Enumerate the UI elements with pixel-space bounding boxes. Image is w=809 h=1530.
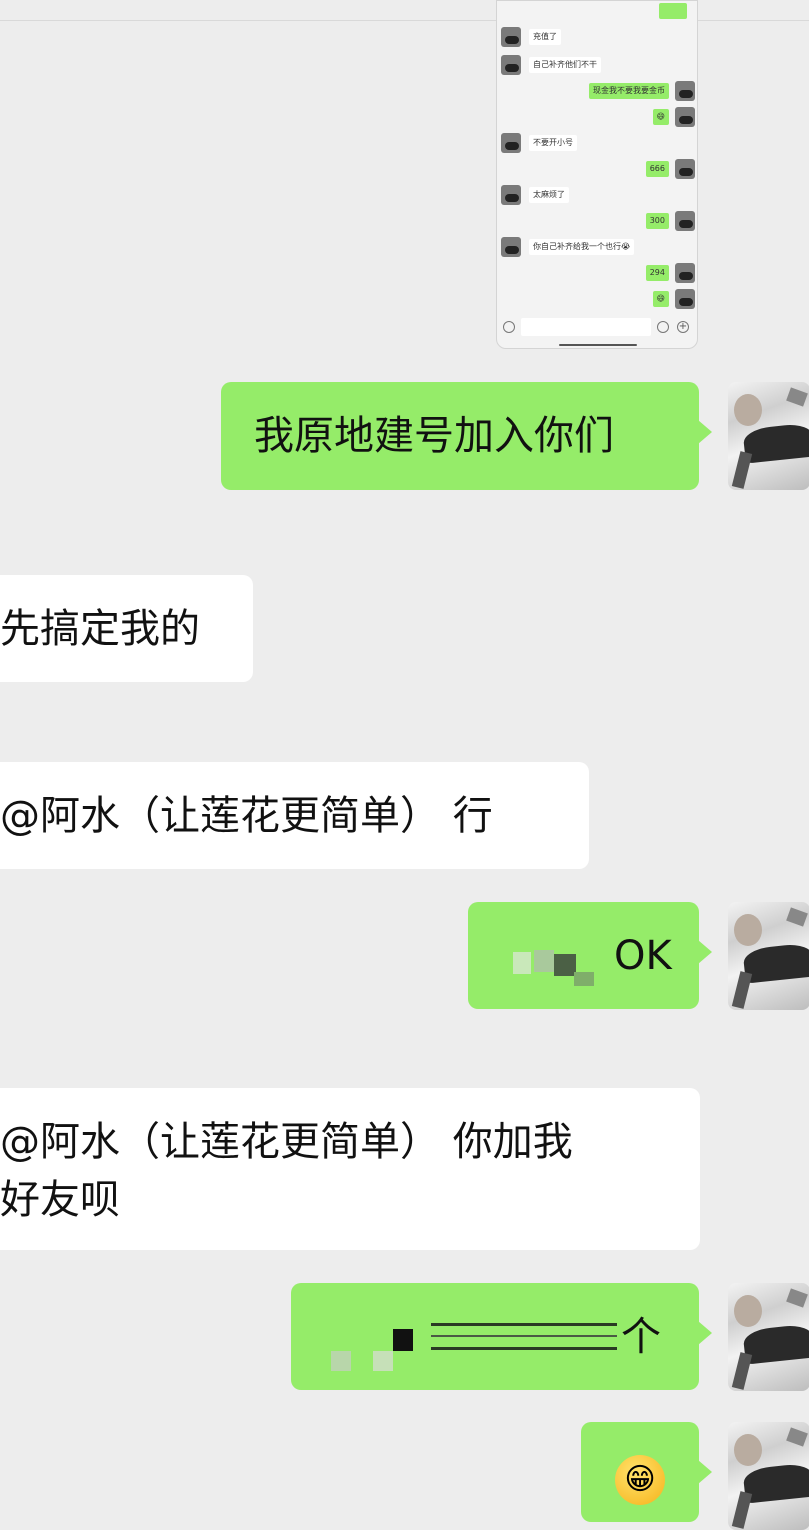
plus-icon: +: [677, 321, 689, 333]
mini-bubble: 😄: [652, 291, 669, 307]
mini-message: 充值了: [501, 27, 691, 47]
mini-avatar: [675, 107, 695, 127]
strike-line: [431, 1323, 617, 1326]
avatar[interactable]: [728, 1422, 809, 1530]
mini-message: 😄: [501, 107, 695, 127]
mosaic-blur: [554, 954, 576, 976]
mini-avatar: [675, 263, 695, 283]
mosaic-blur: [373, 1351, 393, 1371]
avatar[interactable]: [728, 382, 809, 490]
mini-bubble: 300: [645, 213, 669, 229]
message-bubble-self[interactable]: 我原地建号加入你们: [221, 382, 712, 490]
message-text: 我原地建号加入你们: [254, 413, 614, 459]
mini-bubble: 现金我不要我要金币: [589, 83, 669, 99]
strike-line: [431, 1335, 617, 1337]
embedded-screenshot-image[interactable]: 充值了 自己补齐他们不干 现金我不要我要金币 😄 不要开小号 666 太麻烦了 …: [496, 0, 698, 349]
mini-message: 你自己补齐给我一个也行😭: [501, 237, 691, 257]
strike-line: [431, 1347, 617, 1350]
grin-emoji: 😁: [615, 1455, 665, 1505]
mini-message: 300: [501, 211, 695, 231]
mini-bubble: 不要开小号: [529, 135, 577, 151]
mini-avatar: [675, 211, 695, 231]
mini-bubble: 太麻烦了: [529, 187, 569, 203]
mosaic-blur: [513, 952, 531, 974]
message-bubble-other[interactable]: @阿水（让莲花更简单） 行: [0, 762, 589, 869]
mini-avatar: [501, 185, 521, 205]
mosaic-blur: [331, 1351, 351, 1371]
message-bubble-self[interactable]: 个: [291, 1283, 712, 1390]
message-bubble-other[interactable]: @阿水（让莲花更简单） 你加我 好友呗: [0, 1088, 700, 1250]
mini-avatar: [501, 27, 521, 47]
mini-message: 😄: [501, 289, 695, 309]
mini-message: 294: [501, 263, 695, 283]
mini-bubble: 自己补齐他们不干: [529, 57, 601, 73]
message-bubble-self[interactable]: OK: [468, 902, 712, 1009]
mini-bubble: 😄: [652, 109, 669, 125]
mosaic-blur: [574, 972, 594, 986]
mini-message: 太麻烦了: [501, 185, 691, 205]
mini-bubble: 294: [645, 265, 669, 281]
mini-message: 自己补齐他们不干: [501, 55, 691, 75]
home-indicator: [559, 344, 637, 346]
mini-bubble: 你自己补齐给我一个也行😭: [529, 239, 635, 255]
message-bubble-other[interactable]: 先搞定我的: [0, 575, 253, 682]
message-text-line-1: @阿水（让莲花更简单） 你加我: [0, 1119, 573, 1165]
mini-avatar: [501, 55, 521, 75]
mini-message: 不要开小号: [501, 133, 691, 153]
mini-message: 现金我不要我要金币: [501, 81, 695, 101]
mini-input-bar: +: [497, 315, 697, 341]
voice-icon: [503, 321, 515, 333]
mini-avatar: [675, 159, 695, 179]
mini-avatar: [675, 81, 695, 101]
avatar[interactable]: [728, 1283, 809, 1391]
mini-bubble: 666: [645, 161, 669, 177]
avatar[interactable]: [728, 902, 809, 1010]
emoji-icon: [657, 321, 669, 333]
message-text: @阿水（让莲花更简单） 行: [0, 793, 493, 839]
mini-avatar: [675, 289, 695, 309]
message-text: 先搞定我的: [0, 606, 200, 652]
mini-input-field: [521, 318, 651, 336]
message-text: OK: [614, 933, 672, 979]
mini-bubble: 充值了: [529, 29, 561, 45]
message-text-line-2: 好友呗: [0, 1177, 120, 1223]
mini-avatar: [501, 237, 521, 257]
mosaic-blur: [534, 950, 554, 972]
mini-avatar: [501, 133, 521, 153]
mosaic-blur: [393, 1329, 413, 1351]
mini-message: 666: [501, 159, 695, 179]
message-text: 个: [621, 1314, 661, 1360]
